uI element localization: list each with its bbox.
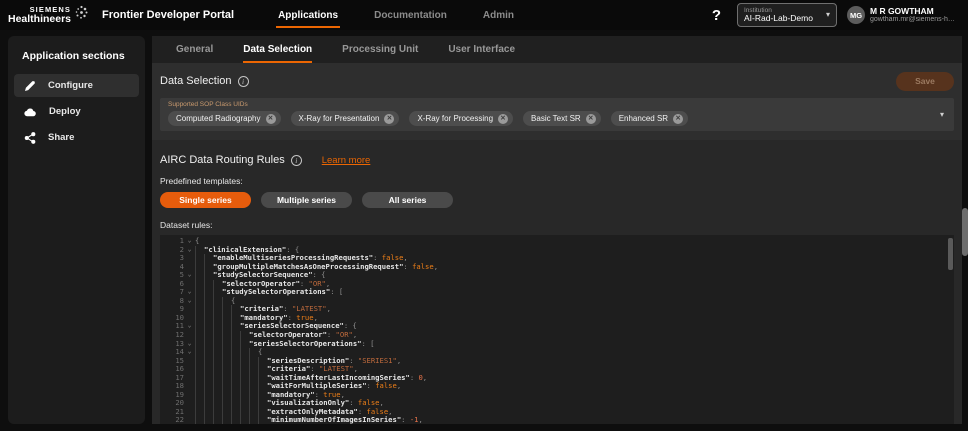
fold-caret-icon (184, 314, 195, 323)
tab-user-interface[interactable]: User Interface (448, 36, 515, 63)
sop-chip[interactable]: X-Ray for Processing ✕ (409, 111, 513, 126)
tab-processing-unit[interactable]: Processing Unit (342, 36, 418, 63)
code-editor[interactable]: 1⌄{2⌄"clinicalExtension": {3"enableMulti… (160, 235, 954, 424)
sop-chip[interactable]: Basic Text SR ✕ (523, 111, 601, 126)
user-name: M R GOWTHAM (870, 6, 958, 16)
fold-caret-icon (184, 391, 195, 400)
logo-siemens: SIEMENS (30, 6, 71, 14)
main-nav: Applications Documentation Admin (278, 0, 514, 30)
sop-class-uids-field[interactable]: Supported SOP Class UIDs Computed Radiog… (160, 98, 954, 131)
healthineers-dots-icon (75, 5, 88, 25)
fold-caret-icon (184, 263, 195, 272)
nav-applications[interactable]: Applications (278, 0, 338, 30)
sidebar-item-deploy[interactable]: Deploy (14, 100, 139, 123)
sidebar-title: Application sections (14, 46, 139, 74)
fold-caret-icon: ⌄ (184, 288, 195, 297)
remove-chip-icon[interactable]: ✕ (266, 114, 276, 124)
fold-caret-icon: ⌄ (184, 340, 195, 349)
portal-title: Frontier Developer Portal (102, 9, 234, 21)
remove-chip-icon[interactable]: ✕ (498, 114, 508, 124)
institution-value: AI-Rad-Lab-Demo (744, 14, 826, 23)
fold-caret-icon: ⌄ (184, 348, 195, 357)
template-multiple-series-button[interactable]: Multiple series (261, 192, 352, 208)
fold-caret-icon: ⌄ (184, 297, 195, 306)
sop-chip[interactable]: Enhanced SR ✕ (611, 111, 688, 126)
sidebar-item-configure[interactable]: Configure (14, 74, 139, 97)
fold-caret-icon (184, 416, 195, 424)
data-selection-section: Data Selection i Save Supported SOP Clas… (152, 63, 962, 140)
remove-chip-icon[interactable]: ✕ (384, 114, 394, 124)
learn-more-link[interactable]: Learn more (322, 155, 371, 166)
section-title: Data Selection (160, 75, 232, 87)
fold-caret-icon (184, 331, 195, 340)
sop-chip[interactable]: Computed Radiography ✕ (168, 111, 281, 126)
code-lines: 1⌄{2⌄"clinicalExtension": {3"enableMulti… (160, 237, 954, 424)
app-header: SIEMENS Healthineers Frontier Developer … (0, 0, 968, 30)
fold-caret-icon: ⌄ (184, 271, 195, 280)
cloud-icon (24, 106, 37, 118)
editor-scrollbar[interactable] (948, 238, 953, 270)
fold-caret-icon (184, 305, 195, 314)
sop-field-label: Supported SOP Class UIDs (168, 101, 946, 108)
user-info[interactable]: M R GOWTHAM gowtham.mr@siemens-heal... (870, 6, 958, 25)
help-icon[interactable]: ? (712, 7, 721, 24)
siemens-healthineers-logo[interactable]: SIEMENS Healthineers (8, 0, 88, 30)
fold-caret-icon (184, 280, 195, 289)
page-body: Application sections Configure Deploy (8, 36, 962, 424)
template-all-series-button[interactable]: All series (362, 192, 453, 208)
logo-healthineers: Healthineers (8, 14, 71, 25)
share-icon (24, 132, 36, 144)
nav-admin[interactable]: Admin (483, 0, 514, 30)
info-icon[interactable]: i (238, 76, 249, 87)
fold-caret-icon (184, 365, 195, 374)
institution-select[interactable]: Institution AI-Rad-Lab-Demo ▾ (737, 3, 837, 27)
sidebar-item-label: Configure (48, 80, 93, 91)
info-icon[interactable]: i (291, 155, 302, 166)
airc-title: AIRC Data Routing Rules (160, 154, 285, 166)
nav-documentation[interactable]: Documentation (374, 0, 447, 30)
sop-chip[interactable]: X-Ray for Presentation ✕ (291, 111, 400, 126)
fold-caret-icon (184, 399, 195, 408)
sidebar-item-share[interactable]: Share (14, 126, 139, 149)
template-single-series-button[interactable]: Single series (160, 192, 251, 208)
remove-chip-icon[interactable]: ✕ (673, 114, 683, 124)
tab-bar: General Data Selection Processing Unit U… (152, 36, 962, 63)
fold-caret-icon: ⌄ (184, 237, 195, 246)
remove-chip-icon[interactable]: ✕ (586, 114, 596, 124)
tab-data-selection[interactable]: Data Selection (243, 36, 312, 63)
code-line[interactable]: 22"minimumNumberOfImagesInSeries": -1, (160, 416, 954, 424)
fold-caret-icon: ⌄ (184, 246, 195, 255)
avatar[interactable]: MG (847, 6, 865, 24)
fold-caret-icon: ⌄ (184, 322, 195, 331)
chevron-down-icon: ▾ (826, 11, 830, 19)
content-scrollbar[interactable] (962, 36, 968, 424)
templates-label: Predefined templates: (160, 176, 954, 186)
save-button[interactable]: Save (896, 72, 954, 91)
pencil-icon (24, 80, 36, 92)
fold-caret-icon (184, 374, 195, 383)
fold-caret-icon (184, 382, 195, 391)
sidebar-item-label: Deploy (49, 106, 81, 117)
fold-caret-icon (184, 408, 195, 417)
tab-general[interactable]: General (176, 36, 213, 63)
scrollbar-thumb[interactable] (962, 208, 968, 256)
fold-caret-icon (184, 357, 195, 366)
user-email: gowtham.mr@siemens-heal... (870, 16, 958, 24)
dataset-rules-label: Dataset rules: (160, 220, 954, 230)
code-line[interactable]: 7⌄"studySelectorOperations": [ (160, 288, 954, 297)
dropdown-caret-icon[interactable]: ▾ (940, 111, 944, 119)
code-line[interactable]: 13⌄"seriesSelectorOperations": [ (160, 340, 954, 349)
sidebar: Application sections Configure Deploy (8, 36, 145, 424)
fold-caret-icon (184, 254, 195, 263)
sidebar-item-label: Share (48, 132, 74, 143)
airc-routing-section: AIRC Data Routing Rules i Learn more Pre… (152, 140, 962, 424)
main-panel: General Data Selection Processing Unit U… (152, 36, 962, 424)
